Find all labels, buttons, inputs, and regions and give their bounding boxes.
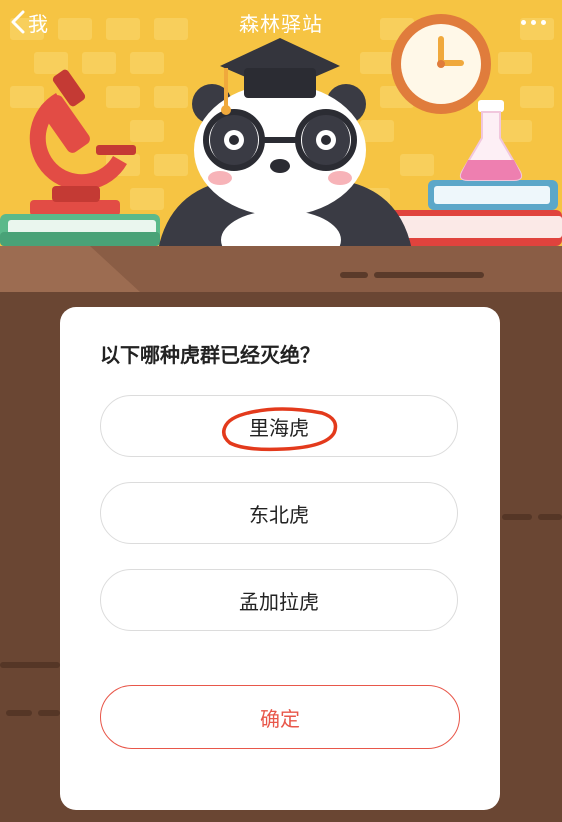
option-button-3[interactable]: 孟加拉虎 (100, 569, 458, 631)
question-text: 以下哪种虎群已经灭绝？ (100, 343, 320, 367)
top-navigation-bar: 我 森林驿站 (0, 0, 562, 44)
book-stack-icon (0, 214, 160, 246)
option-button-2[interactable]: 东北虎 (100, 482, 458, 544)
option-label: 东北虎 (249, 502, 309, 527)
option-label: 孟加拉虎 (239, 589, 319, 614)
page-title: 森林驿站 (239, 12, 323, 36)
more-dots-icon[interactable] (521, 6, 546, 38)
circled-annotation (222, 407, 338, 452)
quiz-card: 以下哪种虎群已经灭绝？ 里海虎 东北虎 孟加拉虎 确定 (60, 307, 500, 810)
confirm-label: 确定 (260, 706, 300, 731)
confirm-button[interactable]: 确定 (100, 685, 460, 749)
